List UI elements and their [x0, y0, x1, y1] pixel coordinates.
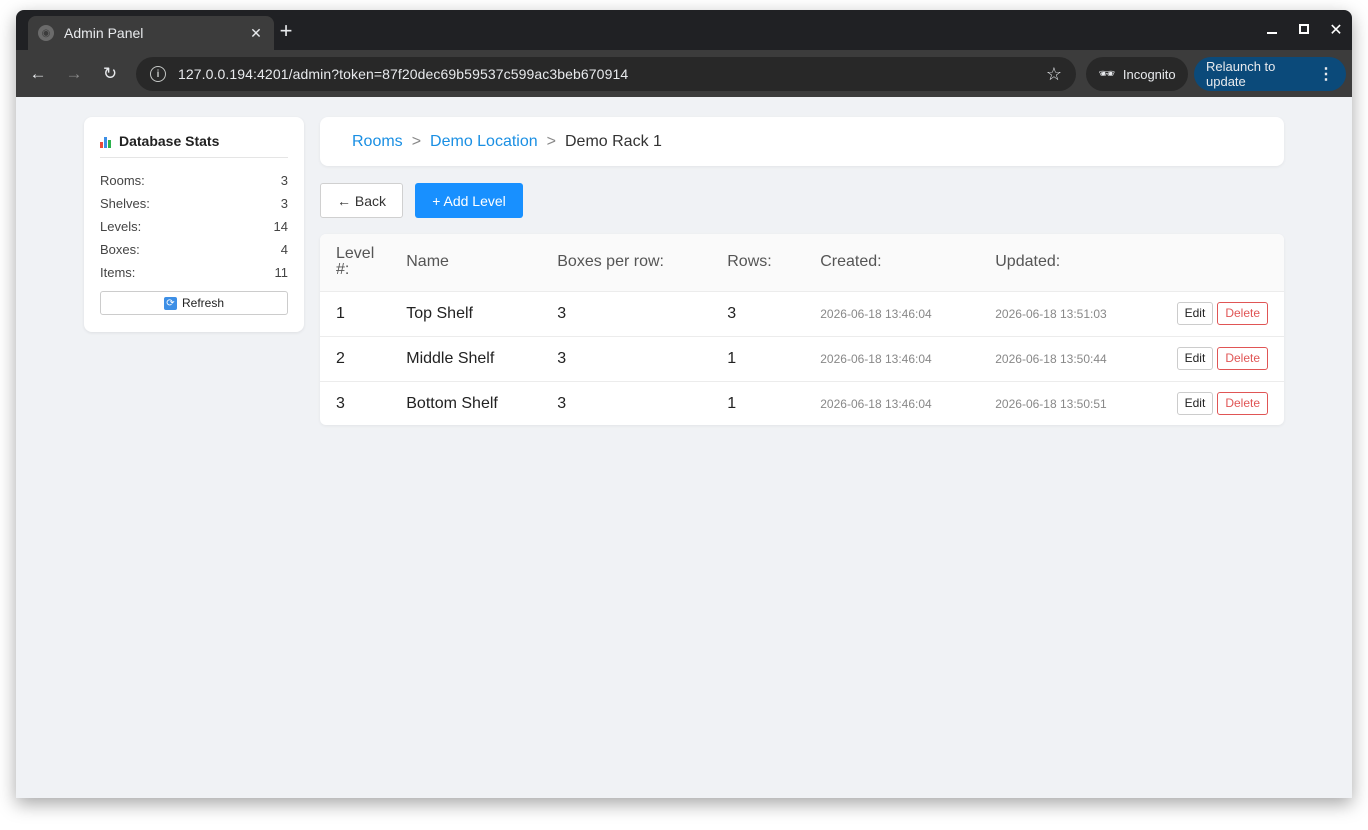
stat-row-items: Items: 11: [100, 265, 289, 280]
table-row[interactable]: 2 Middle Shelf 3 1 2026-06-18 13:46:04 2…: [320, 336, 1284, 381]
levels-table: Level #: Name Boxes per row: Rows: Creat…: [320, 234, 1284, 425]
close-tab-icon[interactable]: ✕: [248, 25, 264, 42]
stat-value: 3: [280, 173, 288, 188]
cell-created: 2026-06-18 13:46:04: [820, 351, 932, 366]
bookmark-star-icon[interactable]: ☆: [1046, 64, 1062, 85]
edit-button[interactable]: Edit: [1176, 392, 1214, 416]
site-info-icon[interactable]: i: [150, 66, 166, 82]
stat-value: 4: [280, 242, 288, 257]
window-controls: ✕: [1256, 10, 1352, 50]
column-header-level: Level #:: [336, 245, 375, 279]
browser-window: ◉ Admin Panel ✕ + ✕ ← → ↻ i 127.0.0.194:…: [16, 10, 1352, 798]
stat-value: 11: [274, 265, 289, 280]
bar-chart-icon: [100, 135, 114, 148]
cell-rows: 1: [727, 394, 737, 412]
breadcrumb-link-rooms[interactable]: Rooms: [352, 133, 403, 151]
page-content: Database Stats Rooms: 3 Shelves: 3 Level…: [16, 97, 1352, 798]
stat-value: 3: [280, 196, 288, 211]
back-button[interactable]: ← Back: [320, 183, 403, 218]
cell-name: Bottom Shelf: [406, 394, 498, 412]
stat-label: Boxes:: [100, 242, 140, 257]
cell-updated: 2026-06-18 13:51:03: [995, 306, 1107, 321]
title-bar: ◉ Admin Panel ✕ + ✕: [16, 10, 1352, 50]
stat-value: 14: [273, 219, 288, 234]
stat-label: Items:: [100, 265, 136, 280]
cell-actions: Edit Delete: [1139, 381, 1284, 425]
cell-actions: Edit Delete: [1139, 291, 1284, 336]
stat-row-rooms: Rooms: 3: [100, 173, 288, 188]
cell-created: 2026-06-18 13:46:04: [820, 396, 932, 411]
url-text[interactable]: 127.0.0.194:4201/admin?token=87f20dec69b…: [178, 66, 1046, 82]
table-header-row: Level #: Name Boxes per row: Rows: Creat…: [320, 234, 1284, 291]
breadcrumb-separator: >: [546, 132, 556, 150]
delete-button[interactable]: Delete: [1217, 392, 1268, 416]
close-window-button[interactable]: ✕: [1320, 20, 1352, 40]
forward-arrow-icon[interactable]: →: [56, 64, 92, 84]
incognito-badge[interactable]: 🕶 Incognito: [1086, 57, 1188, 91]
table-row[interactable]: 1 Top Shelf 3 3 2026-06-18 13:46:04 2026…: [320, 291, 1284, 336]
maximize-button[interactable]: [1288, 21, 1320, 39]
browser-toolbar: ← → ↻ i 127.0.0.194:4201/admin?token=87f…: [16, 50, 1352, 97]
new-tab-button[interactable]: +: [272, 18, 300, 44]
stat-row-boxes: Boxes: 4: [100, 242, 288, 257]
stat-row-shelves: Shelves: 3: [100, 196, 288, 211]
tab-title: Admin Panel: [64, 25, 144, 41]
refresh-button[interactable]: ⟳ Refresh: [100, 291, 288, 315]
column-header-boxes-per-row: Boxes per row:: [557, 253, 664, 271]
stats-heading: Database Stats: [100, 133, 288, 158]
cell-level: 3: [336, 394, 345, 412]
browser-tab[interactable]: ◉ Admin Panel ✕: [28, 16, 274, 50]
add-level-button[interactable]: + Add Level: [415, 183, 523, 218]
cell-rows: 1: [727, 349, 737, 367]
breadcrumb-link-location[interactable]: Demo Location: [430, 133, 538, 151]
stat-row-levels: Levels: 14: [100, 219, 288, 234]
cell-created: 2026-06-18 13:46:04: [820, 306, 932, 321]
address-bar[interactable]: i 127.0.0.194:4201/admin?token=87f20dec6…: [136, 57, 1076, 91]
column-header-rows: Rows:: [727, 253, 772, 271]
stat-label: Rooms:: [100, 173, 145, 188]
incognito-icon: 🕶: [1098, 66, 1115, 81]
cell-name: Middle Shelf: [406, 349, 495, 367]
cell-actions: Edit Delete: [1139, 336, 1284, 381]
cell-level: 1: [336, 304, 345, 322]
cell-boxes-per-row: 3: [557, 349, 567, 367]
refresh-icon: ⟳: [163, 296, 177, 310]
globe-icon: ◉: [38, 25, 54, 41]
delete-button[interactable]: Delete: [1217, 302, 1268, 325]
refresh-label: Refresh: [181, 296, 225, 310]
action-bar: ← Back + Add Level: [320, 183, 523, 218]
delete-button[interactable]: Delete: [1217, 347, 1268, 370]
relaunch-label: Relaunch to update: [1206, 59, 1276, 89]
cell-name: Top Shelf: [406, 304, 473, 322]
breadcrumb: Rooms > Demo Location > Demo Rack 1: [320, 117, 1284, 166]
relaunch-button[interactable]: Relaunch to update ⋮: [1194, 57, 1346, 91]
incognito-label: Incognito: [1122, 66, 1176, 82]
database-stats-card: Database Stats Rooms: 3 Shelves: 3 Level…: [84, 117, 304, 332]
edit-button[interactable]: Edit: [1176, 347, 1214, 370]
edit-button[interactable]: Edit: [1176, 302, 1214, 325]
cell-rows: 3: [727, 304, 737, 322]
stat-label: Shelves:: [100, 196, 150, 211]
column-header-created: Created:: [820, 253, 882, 271]
breadcrumb-separator: >: [411, 132, 422, 150]
stats-title: Database Stats: [119, 133, 220, 149]
levels-table-card: Level #: Name Boxes per row: Rows: Creat…: [320, 234, 1284, 425]
column-header-name: Name: [406, 253, 449, 271]
minimize-button[interactable]: [1256, 21, 1288, 39]
stat-label: Levels:: [100, 219, 142, 234]
column-header-actions: [1139, 234, 1284, 291]
cell-updated: 2026-06-18 13:50:51: [995, 396, 1107, 411]
cell-level: 2: [336, 349, 345, 367]
back-arrow-icon[interactable]: ←: [20, 64, 56, 84]
table-row[interactable]: 3 Bottom Shelf 3 1 2026-06-18 13:46:04 2…: [320, 381, 1284, 425]
reload-icon[interactable]: ↻: [92, 64, 128, 84]
menu-kebab-icon[interactable]: ⋮: [1318, 64, 1334, 84]
cell-boxes-per-row: 3: [557, 304, 567, 322]
column-header-updated: Updated:: [995, 253, 1061, 271]
breadcrumb-current: Demo Rack 1: [565, 132, 662, 150]
cell-updated: 2026-06-18 13:50:44: [995, 351, 1107, 366]
cell-boxes-per-row: 3: [557, 394, 567, 412]
